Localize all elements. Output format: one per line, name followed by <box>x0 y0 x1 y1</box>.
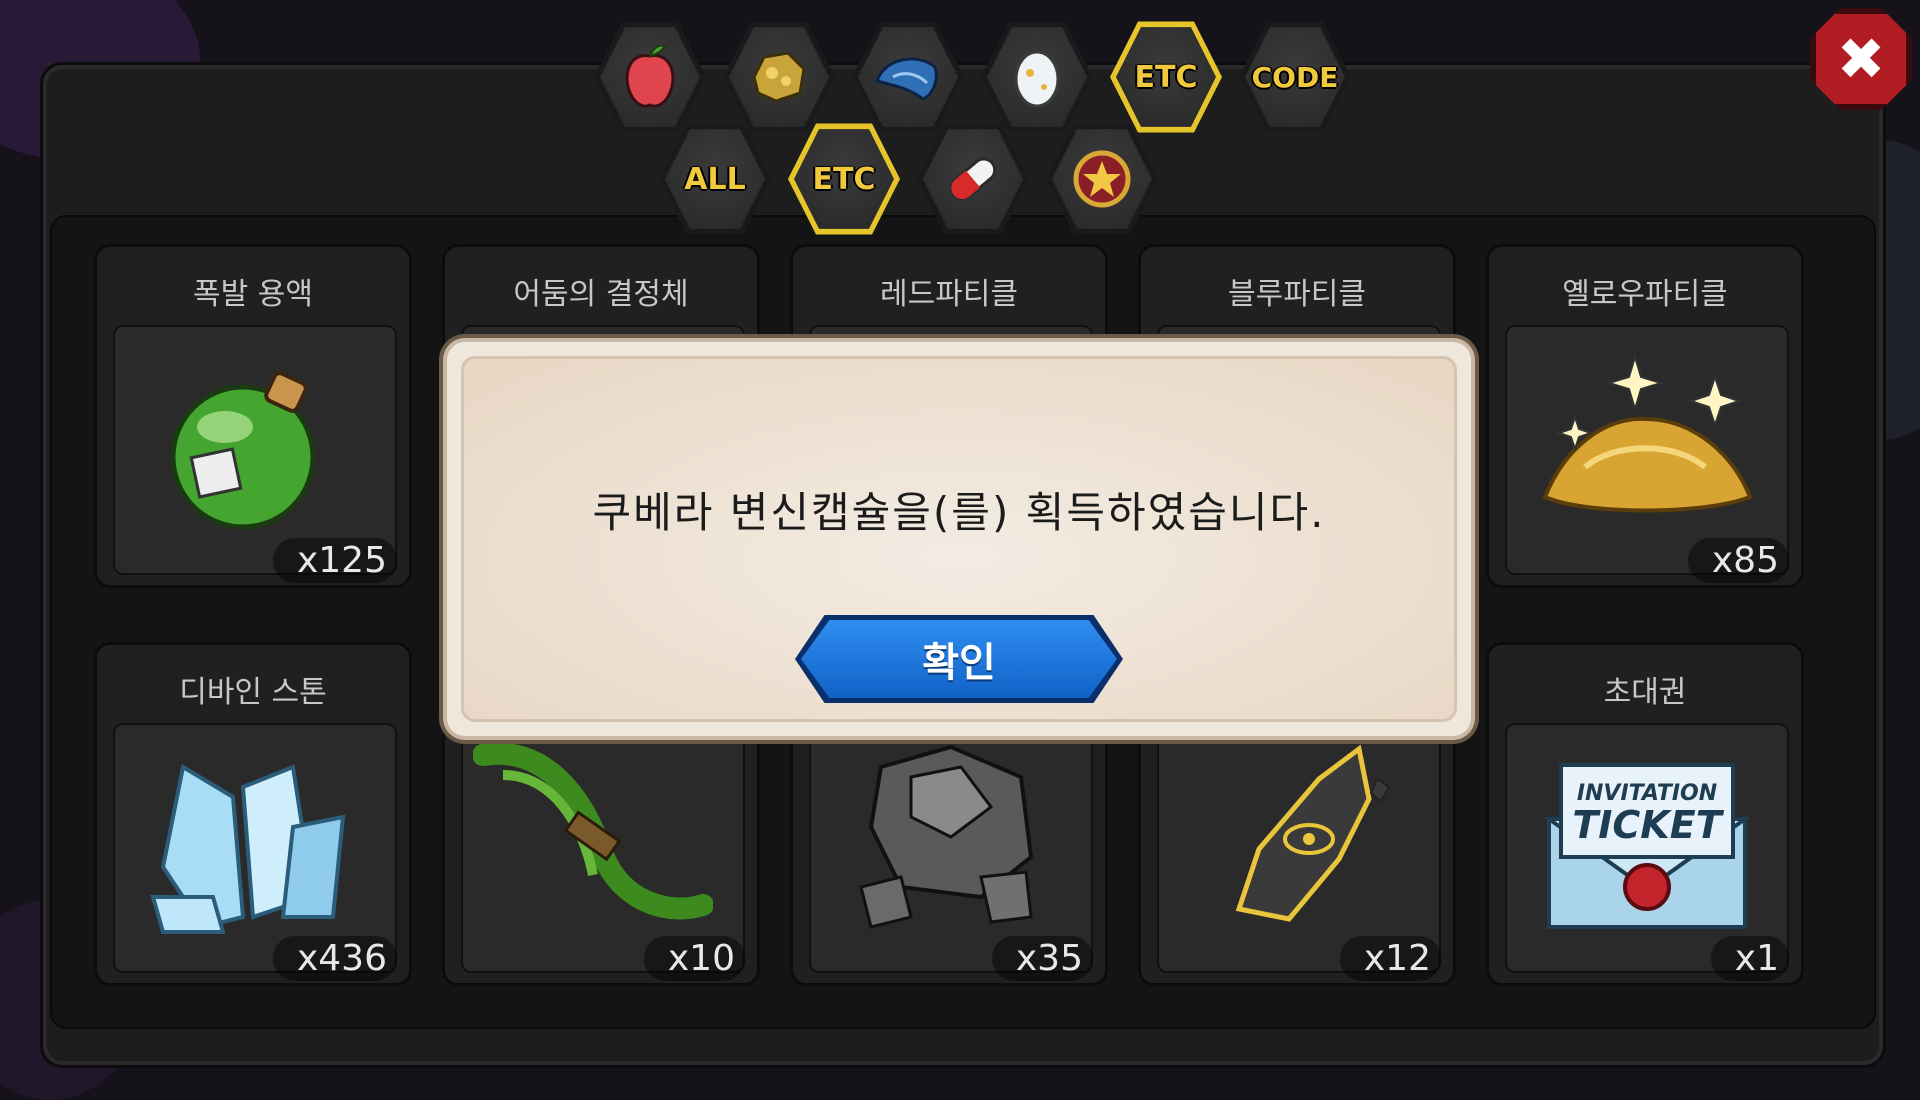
close-icon: ✖ <box>1836 25 1886 93</box>
tab-etc-top-label: ETC <box>1134 59 1198 95</box>
star-medal-icon <box>1073 150 1131 208</box>
rune-shard-icon <box>1235 744 1391 922</box>
item-count: x125 <box>272 538 397 583</box>
blue-scale-icon <box>875 57 938 101</box>
acquire-dialog: 쿠베라 변신캡슐을(를) 획득하였습니다. 확인 <box>447 342 1471 736</box>
item-name: 레드파티클 <box>880 277 1018 312</box>
herb-bundle-icon <box>473 742 713 920</box>
item-count: x10 <box>643 936 745 981</box>
egg-icon <box>1014 50 1060 108</box>
tab-all-label: ALL <box>684 161 746 197</box>
item-count: x436 <box>272 936 397 981</box>
item-name: 폭발 용액 <box>193 277 313 312</box>
item-card[interactable]: 옐로우파티클 x85 <box>1486 244 1804 588</box>
confirm-button-label: 확인 <box>801 620 1117 698</box>
capsule-icon <box>949 157 997 201</box>
item-name: 초대권 <box>1603 675 1687 710</box>
apple-icon <box>625 44 675 108</box>
item-name: 블루파티클 <box>1228 277 1366 312</box>
ore-rocks-icon <box>859 744 1034 929</box>
confirm-button[interactable]: 확인 <box>795 615 1123 703</box>
green-potion-icon <box>170 371 316 530</box>
ticket-text-bottom: TICKET <box>1572 803 1722 847</box>
tab-code-label: CODE <box>1251 60 1339 94</box>
item-count: x85 <box>1687 538 1789 583</box>
close-button[interactable]: ✖ <box>1810 8 1912 110</box>
item-count: x12 <box>1339 936 1441 981</box>
item-card[interactable]: 디바인 스톤 x436 <box>94 642 412 986</box>
item-card[interactable]: 폭발 용액 x125 <box>94 244 412 588</box>
yellow-particle-icon <box>1542 353 1753 513</box>
dialog-message: 쿠베라 변신캡슐을(를) 획득하였습니다. <box>592 488 1326 537</box>
item-name: 옐로우파티클 <box>1562 277 1728 312</box>
item-count: x35 <box>991 936 1093 981</box>
gold-ore-icon <box>752 51 806 103</box>
item-name: 어둠의 결정체 <box>513 277 689 312</box>
divine-stone-icon <box>150 763 346 934</box>
item-count: x1 <box>1710 936 1789 981</box>
item-name: 디바인 스톤 <box>179 675 327 710</box>
tab-etc-sub-label: ETC <box>812 161 876 197</box>
item-card[interactable]: 초대권 INVITATION TICKET x1 <box>1486 642 1804 986</box>
invitation-ticket-icon: INVITATION TICKET <box>1545 759 1749 931</box>
